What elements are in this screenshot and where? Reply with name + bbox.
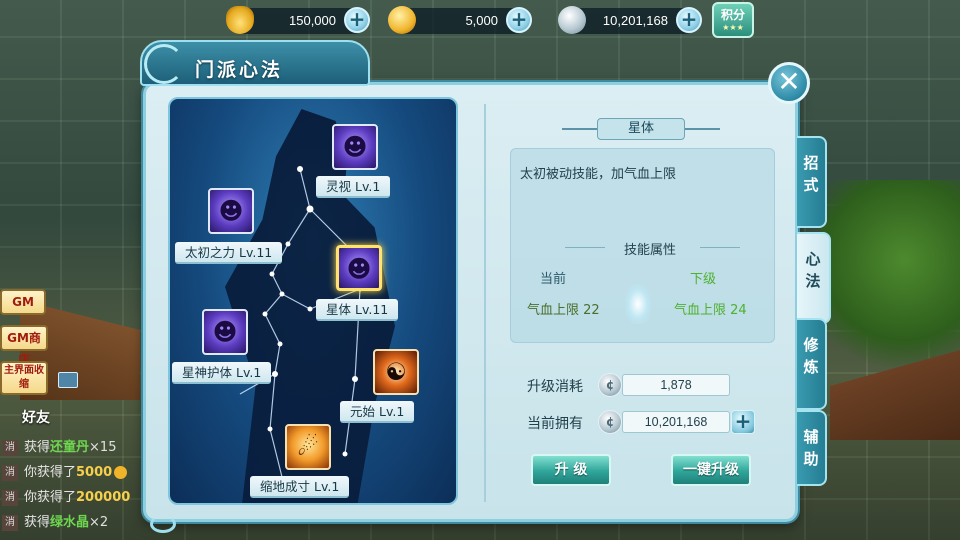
add-silver-button[interactable]: + xyxy=(676,7,702,33)
chat-message: 消获得还童丹×15 xyxy=(0,436,116,456)
currency-gold: 5,000 + xyxy=(388,6,532,34)
gm-button[interactable]: GM xyxy=(0,289,46,315)
shrink-earth-icon: ☄ xyxy=(285,424,331,470)
gold-amount: 5,000 xyxy=(465,13,498,28)
close-button[interactable]: ✕ xyxy=(768,62,810,104)
swirl-ornament-icon xyxy=(150,515,176,533)
tab-moves[interactable]: 招 式 xyxy=(797,136,827,228)
current-label: 当前 xyxy=(540,272,567,287)
swirl-ornament-icon xyxy=(144,44,184,84)
chat-channel-tag: 消 xyxy=(2,489,18,506)
chat-channel-tag: 消 xyxy=(2,464,18,481)
silver-amount: 10,201,168 xyxy=(602,13,668,28)
skill-label-yuanshi: 元始 Lv.1 xyxy=(340,401,415,423)
tab-assist[interactable]: 辅 助 xyxy=(797,410,827,486)
skill-name: 星体 xyxy=(597,118,685,140)
next-label: 下级 xyxy=(690,272,717,287)
silver-coin-icon: ¢ xyxy=(598,410,622,434)
points-label: 积分 xyxy=(720,8,745,22)
chat-message: 消获得绿水晶×2 xyxy=(0,511,108,531)
skill-label-primal-power: 太初之力 Lv.11 xyxy=(175,242,283,264)
skill-label-shrink-earth: 缩地成寸 Lv.1 xyxy=(250,476,350,498)
upgrade-cost-value: 1,878 xyxy=(622,374,730,396)
chat-message: 消你获得了200000 xyxy=(0,486,130,506)
current-value: 气血上限 22 xyxy=(527,303,600,318)
tab-mind[interactable]: 心 法 xyxy=(797,232,831,324)
upgrade-cost-label: 升级消耗 xyxy=(527,379,583,395)
gm-shop-button[interactable]: GM商店 xyxy=(0,325,48,367)
tab-mind-label: 心 法 xyxy=(805,250,821,290)
star-guardian-icon: ☻ xyxy=(202,309,248,355)
chat-channel-tag: 消 xyxy=(2,514,18,531)
upgrade-button[interactable]: 升 级 xyxy=(531,454,611,486)
spirit-vision-icon: ☻ xyxy=(332,124,378,170)
divider-right xyxy=(700,247,740,248)
chat-message: 消你获得了5000 xyxy=(0,461,128,481)
points-button[interactable]: 积分 ★★★ xyxy=(712,2,754,38)
gold-coin-icon xyxy=(114,466,128,479)
ingot-amount: 150,000 xyxy=(289,13,336,28)
owned-value: 10,201,168 xyxy=(622,411,730,433)
star-body-icon: ☻ xyxy=(336,245,382,291)
tab-cultivate[interactable]: 修 炼 xyxy=(797,318,827,410)
arrow-right-icon xyxy=(625,284,651,324)
tree-foliage xyxy=(820,180,960,380)
next-value: 气血上限 24 xyxy=(674,303,747,318)
chat-channel-tag: 消 xyxy=(2,439,18,456)
panel-title: 门派心法 xyxy=(195,59,284,81)
mail-icon[interactable] xyxy=(58,372,78,388)
silver-coin-icon: ¢ xyxy=(598,373,622,397)
friends-title[interactable]: 好友 xyxy=(22,407,50,427)
attribute-title: 技能属性 xyxy=(623,243,676,258)
tab-assist-label: 辅 助 xyxy=(803,428,819,468)
stars-icon: ★★★ xyxy=(722,23,744,32)
owned-label: 当前拥有 xyxy=(527,416,583,432)
add-silver-button[interactable]: + xyxy=(731,410,755,434)
gold-ingot-icon xyxy=(226,6,254,34)
add-ingot-button[interactable]: + xyxy=(344,7,370,33)
skill-name-header: 星体 xyxy=(562,118,720,140)
add-gold-button[interactable]: + xyxy=(506,7,532,33)
skill-label-spirit-vision: 灵视 Lv.1 xyxy=(316,176,391,198)
gold-coin-icon xyxy=(388,6,416,34)
primal-power-icon: ☻ xyxy=(208,188,254,234)
currency-ingot: 150,000 + xyxy=(226,6,370,34)
yuanshi-icon: ☯ xyxy=(373,349,419,395)
tab-moves-label: 招 式 xyxy=(803,154,819,194)
skill-label-star-body: 星体 Lv.11 xyxy=(316,299,399,321)
skill-label-star-guardian: 星神护体 Lv.1 xyxy=(172,362,272,384)
silver-coin-icon xyxy=(558,6,586,34)
currency-silver: 10,201,168 + xyxy=(558,6,702,34)
skill-description: 太初被动技能，加气血上限 xyxy=(520,167,677,182)
tab-cultivate-label: 修 炼 xyxy=(803,336,819,376)
one-click-upgrade-button[interactable]: 一键升级 xyxy=(671,454,751,486)
collapse-main-ui-button[interactable]: 主界面收缩 xyxy=(0,361,48,395)
panel-divider xyxy=(484,104,486,502)
